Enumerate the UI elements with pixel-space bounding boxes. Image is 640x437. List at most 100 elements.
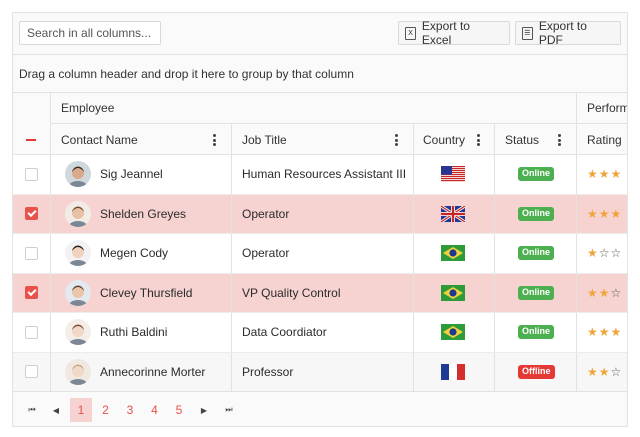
row-checkbox[interactable] bbox=[25, 365, 38, 379]
avatar bbox=[65, 161, 91, 188]
status-badge: Online bbox=[518, 246, 555, 261]
header-rating-label: Rating bbox=[587, 132, 622, 147]
grid-body: Sig Jeannel Human Resources Assistant III… bbox=[13, 155, 627, 392]
excel-file-icon: X bbox=[405, 26, 416, 40]
star-icon: ☆ bbox=[610, 285, 623, 300]
column-menu-icon[interactable] bbox=[554, 133, 564, 147]
page-number-button[interactable]: 5 bbox=[168, 398, 190, 422]
column-menu-icon[interactable] bbox=[473, 133, 483, 147]
star-icon: ★ bbox=[587, 246, 599, 261]
avatar bbox=[65, 240, 91, 267]
page-number-button[interactable]: 2 bbox=[95, 398, 117, 422]
star-icon: ★ bbox=[598, 325, 611, 340]
country-flag-icon bbox=[441, 166, 465, 183]
contact-name: Megen Cody bbox=[100, 246, 169, 261]
country-flag-icon bbox=[441, 245, 465, 262]
star-icon: ☆ bbox=[610, 364, 623, 379]
last-page-button[interactable]: ⏭ bbox=[218, 398, 240, 422]
header-job-title-label: Job Title bbox=[242, 132, 287, 147]
star-icon: ★ bbox=[587, 167, 599, 182]
group-panel[interactable]: Drag a column header and drop it here to… bbox=[13, 55, 627, 93]
header-country-label: Country bbox=[423, 132, 466, 147]
contact-name: Shelden Greyes bbox=[100, 206, 187, 221]
table-row[interactable]: Sig Jeannel Human Resources Assistant III… bbox=[13, 155, 627, 195]
grid-toolbar: X Export to Excel ☰ Export to PDF bbox=[13, 13, 627, 55]
page-number-button[interactable]: 3 bbox=[119, 398, 141, 422]
header-contact-name[interactable]: Contact Name bbox=[61, 124, 138, 155]
job-title: Professor bbox=[242, 364, 294, 379]
page-number-button[interactable]: 1 bbox=[70, 398, 92, 422]
contact-name: Ruthi Baldini bbox=[100, 325, 168, 340]
status-badge: Online bbox=[518, 325, 555, 340]
job-title: Human Resources Assistant III bbox=[242, 167, 407, 182]
star-icon: ★ bbox=[587, 325, 599, 340]
export-excel-label: Export to Excel bbox=[421, 19, 470, 47]
job-title: Operator bbox=[242, 246, 290, 261]
data-grid: X Export to Excel ☰ Export to PDF Drag a… bbox=[12, 12, 628, 427]
row-checkbox[interactable] bbox=[25, 286, 38, 300]
star-icon: ★ bbox=[587, 285, 599, 300]
export-excel-button[interactable]: X Export to Excel bbox=[398, 19, 510, 47]
export-pdf-button[interactable]: ☰ Export to PDF bbox=[515, 19, 621, 47]
star-icon: ★ bbox=[598, 206, 611, 221]
job-title: Data Coordiator bbox=[242, 325, 327, 340]
header-status-label: Status bbox=[505, 132, 540, 147]
group-panel-hint: Drag a column header and drop it here to… bbox=[19, 66, 354, 81]
star-icon: ★ bbox=[598, 167, 611, 182]
star-icon: ☆ bbox=[610, 246, 623, 261]
group-header-performance-label: Perform bbox=[587, 101, 628, 115]
avatar bbox=[65, 319, 91, 346]
country-flag-icon bbox=[441, 284, 465, 301]
prev-page-button[interactable]: ◀ bbox=[45, 398, 67, 422]
star-icon: ★ bbox=[587, 364, 599, 379]
page-number-button[interactable]: 4 bbox=[144, 398, 166, 422]
column-menu-icon[interactable] bbox=[391, 133, 401, 147]
star-icon: ★ bbox=[598, 364, 611, 379]
next-page-icon: ▶ bbox=[200, 405, 208, 415]
column-header: Employee Perform Contact Name Job Title … bbox=[13, 93, 628, 155]
row-checkbox[interactable] bbox=[25, 167, 38, 181]
header-contact-name-label: Contact Name bbox=[61, 132, 138, 147]
avatar bbox=[65, 279, 91, 306]
table-row[interactable]: Ruthi Baldini Data Coordiator Online ★ ★ ★ bbox=[13, 313, 627, 353]
job-title: VP Quality Control bbox=[242, 285, 341, 300]
status-badge: Online bbox=[518, 206, 555, 221]
column-menu-icon[interactable] bbox=[209, 133, 219, 147]
group-header-employee-label: Employee bbox=[61, 101, 115, 115]
header-status[interactable]: Status bbox=[505, 124, 539, 155]
star-icon: ★ bbox=[610, 206, 623, 221]
country-flag-icon bbox=[441, 205, 465, 222]
status-badge: Offline bbox=[518, 364, 555, 379]
rating-stars: ★ ☆ ☆ bbox=[587, 234, 622, 273]
star-icon: ☆ bbox=[598, 246, 611, 261]
status-badge: Online bbox=[518, 285, 555, 300]
header-job-title[interactable]: Job Title bbox=[242, 124, 287, 155]
star-icon: ★ bbox=[610, 167, 623, 182]
table-row[interactable]: Clevey Thursfield VP Quality Control Onlin… bbox=[13, 273, 627, 313]
group-header-employee[interactable]: Employee bbox=[61, 93, 114, 123]
rating-stars: ★ ★ ☆ bbox=[587, 353, 622, 392]
header-rating[interactable]: Rating bbox=[587, 124, 622, 155]
rating-stars: ★ ★ ☆ bbox=[587, 274, 622, 313]
header-country[interactable]: Country bbox=[423, 124, 465, 155]
first-page-button[interactable]: ⏮ bbox=[21, 398, 43, 422]
last-page-icon: ⏭ bbox=[225, 405, 233, 414]
contact-name: Sig Jeannel bbox=[100, 167, 163, 182]
table-row[interactable]: Megen Cody Operator Online ★ ☆ ☆ bbox=[13, 234, 627, 274]
table-row[interactable]: Annecorinne Morter Professor Offline ★ ★ ☆ bbox=[13, 352, 627, 392]
search-input[interactable] bbox=[19, 21, 161, 45]
row-checkbox[interactable] bbox=[25, 246, 38, 260]
row-checkbox[interactable] bbox=[25, 207, 38, 221]
star-icon: ★ bbox=[610, 325, 623, 340]
rating-stars: ★ ★ ★ bbox=[587, 313, 622, 352]
deselect-all-checkbox[interactable] bbox=[26, 124, 36, 155]
table-row[interactable]: Shelden Greyes Operator Online ★ ★ ★ bbox=[13, 194, 627, 234]
avatar bbox=[65, 358, 91, 385]
group-header-performance[interactable]: Perform bbox=[587, 93, 628, 123]
next-page-button[interactable]: ▶ bbox=[193, 398, 215, 422]
pager: ⏮ ◀ 12345 ▶ ⏭ bbox=[13, 391, 627, 426]
job-title: Operator bbox=[242, 206, 290, 221]
row-checkbox[interactable] bbox=[25, 325, 38, 339]
deselect-all-icon bbox=[26, 138, 36, 141]
rating-stars: ★ ★ ★ bbox=[587, 195, 622, 234]
